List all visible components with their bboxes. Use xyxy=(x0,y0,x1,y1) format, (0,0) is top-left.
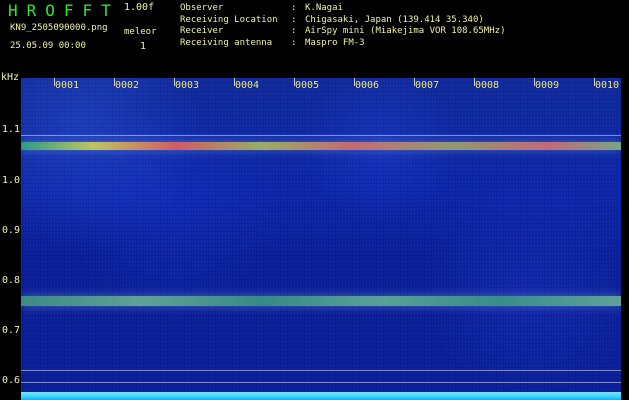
observer-label: Observer xyxy=(180,3,224,13)
y-tick-0-9: 0.9 xyxy=(2,225,21,236)
meleor-count: 1 xyxy=(140,41,147,52)
time-tick-0008: 0008 xyxy=(475,80,500,91)
y-tick-1-0: 1.0 xyxy=(2,175,21,186)
receiver-value: AirSpy mini (Miakejima VOR 108.65MHz) xyxy=(305,26,506,36)
receiver-row: Receiver : AirSpy mini (Miakejima VOR 10… xyxy=(180,26,505,38)
reference-line xyxy=(21,135,621,136)
capture-datetime: 25.05.09 00:00 xyxy=(10,41,86,51)
receiver-separator: : xyxy=(291,26,297,36)
time-tick-0001: 0001 xyxy=(55,80,80,91)
station-info: Observer : K.Nagai Receiving Location : … xyxy=(180,3,505,49)
reference-line xyxy=(21,382,621,383)
y-tick-0-6: 0.6 xyxy=(2,375,21,386)
frequency-unit-label: kHz xyxy=(1,72,20,83)
reference-line xyxy=(21,370,621,371)
antenna-label: Receiving antenna xyxy=(180,37,273,48)
signal-band-lower xyxy=(21,296,621,306)
signal-band-upper xyxy=(21,142,621,150)
time-tick-0002: 0002 xyxy=(115,80,140,91)
location-separator: : xyxy=(291,14,297,25)
time-tick-0005: 0005 xyxy=(295,80,320,91)
file-name: KN9_2505090000.png xyxy=(10,23,108,33)
time-tick-0004: 0004 xyxy=(235,80,260,91)
observer-row: Observer : K.Nagai xyxy=(180,3,505,15)
signal-strength-strip xyxy=(21,392,621,400)
location-value: Chigasaki, Japan (139.414 35.340) xyxy=(305,14,484,25)
y-tick-0-7: 0.7 xyxy=(2,325,21,336)
observer-value: K.Nagai xyxy=(305,3,343,13)
y-tick-0-8: 0.8 xyxy=(2,275,21,286)
spectrogram-window: HROFFT 1.00f KN9_2505090000.png 25.05.09… xyxy=(0,0,629,400)
meleor-label: meleor xyxy=(124,27,157,37)
y-tick-1-1: 1.1 xyxy=(2,124,21,135)
location-label: Receiving Location xyxy=(180,14,278,25)
observer-separator: : xyxy=(291,3,297,13)
antenna-value: Maspro FM-3 xyxy=(305,37,365,48)
receiver-label: Receiver xyxy=(180,26,224,36)
app-title: HROFFT xyxy=(8,1,120,20)
time-tick-0009: 0009 xyxy=(535,80,560,91)
time-tick-0006: 0006 xyxy=(355,80,380,91)
time-tick-0003: 0003 xyxy=(175,80,200,91)
time-tick-0007: 0007 xyxy=(415,80,440,91)
app-version: 1.00f xyxy=(124,2,155,13)
time-tick-0010: 0010 xyxy=(595,80,620,91)
antenna-separator: : xyxy=(291,37,297,48)
spectrogram-display xyxy=(21,78,621,400)
location-row: Receiving Location : Chigasaki, Japan (1… xyxy=(180,15,505,27)
antenna-row: Receiving antenna : Maspro FM-3 xyxy=(180,38,505,50)
